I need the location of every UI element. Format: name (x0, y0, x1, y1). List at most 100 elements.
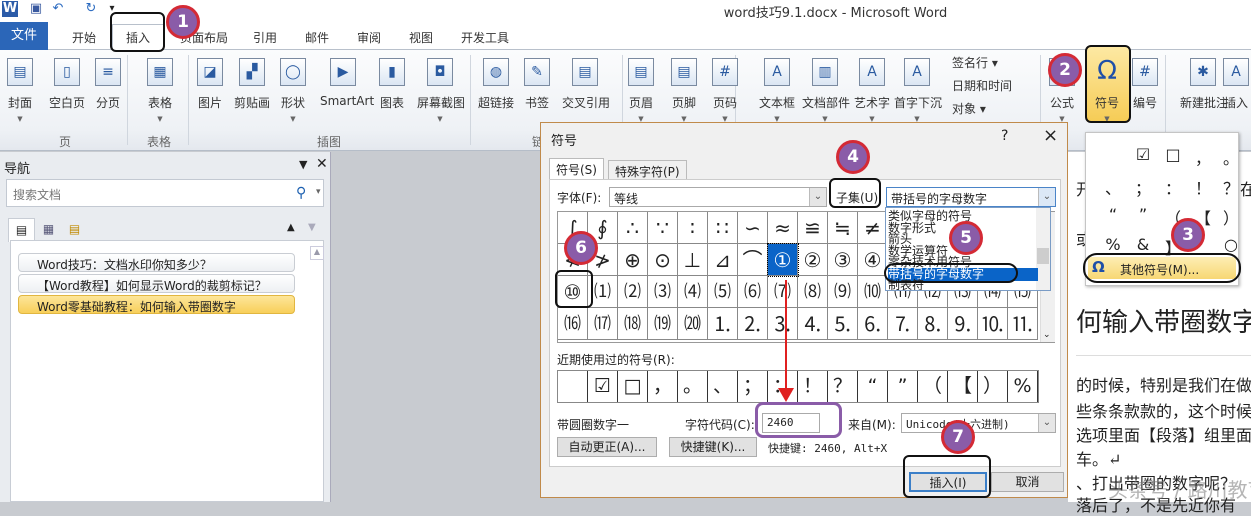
menu-symbol[interactable]: ） (1219, 205, 1243, 229)
menu-symbol[interactable]: 。 (1219, 145, 1243, 169)
symbol-cell[interactable]: ⒋ (798, 308, 828, 340)
symbol-cell[interactable]: ⑵ (618, 276, 648, 308)
tab-references[interactable]: 引用 (253, 29, 277, 46)
autocorrect-button[interactable]: 自动更正(A)... (557, 437, 657, 457)
ribbon-button-11[interactable]: ✎ 书签 (514, 55, 560, 130)
symbol-cell[interactable]: ⒈ (708, 308, 738, 340)
object-button[interactable]: 对象 ▾ (952, 100, 986, 117)
recent-symbol-cell[interactable]: （ (918, 371, 948, 402)
ribbon-button-9[interactable]: ◘ 屏幕截图 ▼ (417, 55, 465, 130)
ribbon-button-4[interactable]: ◪ 图片 (187, 55, 233, 130)
ribbon-button-7[interactable]: ▶ SmartArt (320, 55, 374, 130)
recent-symbol-cell[interactable]: □ (618, 371, 648, 402)
recent-symbol-cell[interactable]: % (1008, 371, 1038, 402)
signature-line-button[interactable]: 签名行 ▾ (952, 54, 998, 71)
ribbon-button-8[interactable]: ▮ 图表 (369, 55, 415, 130)
ribbon-button-6[interactable]: ◯ 形状 ▼ (270, 55, 316, 130)
menu-symbol[interactable]: ○ (1219, 235, 1243, 254)
ribbon-button-18[interactable]: A 艺术字 ▼ (849, 55, 895, 130)
symbol-cell[interactable]: ⒅ (618, 308, 648, 340)
symbol-cell[interactable]: ⒇ (678, 308, 708, 340)
symbol-cell[interactable]: ⑸ (708, 276, 738, 308)
menu-symbol[interactable]: ； (1131, 175, 1155, 199)
symbol-cell[interactable]: ∷ (708, 212, 738, 244)
symbol-cell[interactable]: ⊕ (618, 244, 648, 276)
symbol-cell[interactable]: ② (798, 244, 828, 276)
headings-tab-icon[interactable]: ▤ (8, 218, 35, 242)
symbol-cell[interactable]: ⑽ (858, 276, 888, 308)
recent-symbol-cell[interactable]: ” (888, 371, 918, 402)
chevron-down-icon[interactable]: ⌄ (809, 188, 826, 206)
previous-heading-icon[interactable]: ▲ (287, 222, 295, 233)
symbol-cell[interactable]: ⒄ (588, 308, 618, 340)
menu-symbol[interactable]: % (1101, 235, 1125, 254)
subset-select[interactable]: 带括号的字母数字 (886, 187, 1056, 207)
symbol-cell[interactable]: ⒍ (858, 308, 888, 340)
chevron-down-icon[interactable]: ⌄ (1038, 414, 1055, 432)
tab-review[interactable]: 审阅 (357, 29, 381, 46)
tab-symbols[interactable]: 符号(S) (549, 158, 604, 180)
recent-symbol-cell[interactable]: ？ (828, 371, 858, 402)
search-input[interactable]: 搜索文档 (6, 179, 324, 207)
ribbon-button-5[interactable]: ▞ 剪贴画 (229, 55, 275, 130)
help-button[interactable]: ? (1001, 128, 1008, 144)
symbol-cell[interactable]: ⒉ (738, 308, 768, 340)
font-select[interactable]: 等线 (609, 187, 827, 207)
search-icon[interactable]: ⚲ (296, 185, 306, 201)
menu-symbol[interactable]: ☑ (1131, 145, 1155, 164)
date-time-button[interactable]: 日期和时间 (952, 77, 1012, 94)
symbol-cell[interactable]: ∶ (678, 212, 708, 244)
menu-symbol[interactable]: & (1131, 235, 1155, 254)
recent-symbol-cell[interactable]: ， (648, 371, 678, 402)
symbol-cell[interactable]: ≌ (798, 212, 828, 244)
symbol-cell[interactable]: ⒆ (648, 308, 678, 340)
recent-symbol-cell[interactable]: ； (738, 371, 768, 402)
recent-symbol-cell[interactable]: ） (978, 371, 1008, 402)
cancel-button[interactable]: 取消 (991, 472, 1064, 492)
nav-close-icon[interactable]: ✕ (316, 156, 328, 172)
close-button[interactable]: × (1043, 125, 1058, 146)
menu-symbol[interactable]: ” (1131, 205, 1155, 224)
nav-heading-item[interactable]: Word技巧：文档水印你知多少？ (18, 253, 295, 272)
ribbon-button-12[interactable]: ▤ 交叉引用 (562, 55, 610, 130)
ribbon-button-15[interactable]: # 页码 ▼ (702, 55, 748, 130)
symbol-cell[interactable]: ⊥ (678, 244, 708, 276)
chevron-down-icon[interactable]: ⌄ (1038, 188, 1055, 206)
symbol-cell[interactable]: ⒊ (768, 308, 798, 340)
symbol-cell[interactable]: ⑹ (738, 276, 768, 308)
ribbon-button-0[interactable]: ▤ 封面 ▼ (0, 55, 43, 130)
tab-special-characters[interactable]: 特殊字符(P) (608, 160, 687, 180)
from-select[interactable]: Unicode(十六进制) (901, 413, 1056, 433)
ribbon-button-14[interactable]: ▤ 页脚 ▼ (661, 55, 707, 130)
recent-symbol-cell[interactable] (558, 371, 588, 402)
search-dropdown-icon[interactable]: ▾ (316, 187, 321, 197)
scroll-up-button[interactable]: ▲ (310, 246, 324, 260)
symbol-cell[interactable]: ⌒ (738, 244, 768, 276)
results-tab-icon[interactable]: ▤ (62, 218, 87, 240)
menu-symbol[interactable]: ！ (1191, 175, 1215, 199)
symbol-cell[interactable]: ⑷ (678, 276, 708, 308)
ribbon-button-10[interactable]: ◍ 超链接 (473, 55, 519, 130)
symbol-cell[interactable]: ⒒ (1008, 308, 1038, 340)
ribbon-button-2[interactable]: ≡ 分页 (85, 55, 131, 130)
nav-heading-item[interactable]: 【Word教程】如何显示Word的裁剪标记？ (18, 274, 295, 293)
pages-tab-icon[interactable]: ▦ (36, 218, 61, 240)
ribbon-button-3[interactable]: ▦ 表格 ▼ (137, 55, 183, 130)
symbol-cell[interactable]: ∴ (618, 212, 648, 244)
recent-symbol-cell[interactable]: 。 (678, 371, 708, 402)
tab-home[interactable]: 开始 (72, 29, 96, 46)
recent-symbol-cell[interactable]: 【 (948, 371, 978, 402)
next-heading-icon[interactable]: ▼ (308, 222, 316, 233)
ribbon-button-23[interactable]: ✱ 新建批注 (1180, 55, 1228, 130)
symbol-cell[interactable]: ⑶ (648, 276, 678, 308)
ribbon-button-24[interactable]: A 插入 (1221, 55, 1251, 130)
recent-symbol-cell[interactable]: ☑ (588, 371, 618, 402)
ribbon-button-16[interactable]: A 文本框 ▼ (754, 55, 800, 130)
menu-symbol[interactable]: ？ (1219, 175, 1243, 199)
dropdown-scrollbar[interactable] (1036, 208, 1050, 290)
menu-symbol[interactable]: “ (1101, 205, 1125, 224)
symbol-cell[interactable]: ⑺ (768, 276, 798, 308)
menu-symbol[interactable]: □ (1161, 145, 1185, 164)
tab-mailings[interactable]: 邮件 (305, 29, 329, 46)
symbol-cell[interactable]: ⒏ (918, 308, 948, 340)
